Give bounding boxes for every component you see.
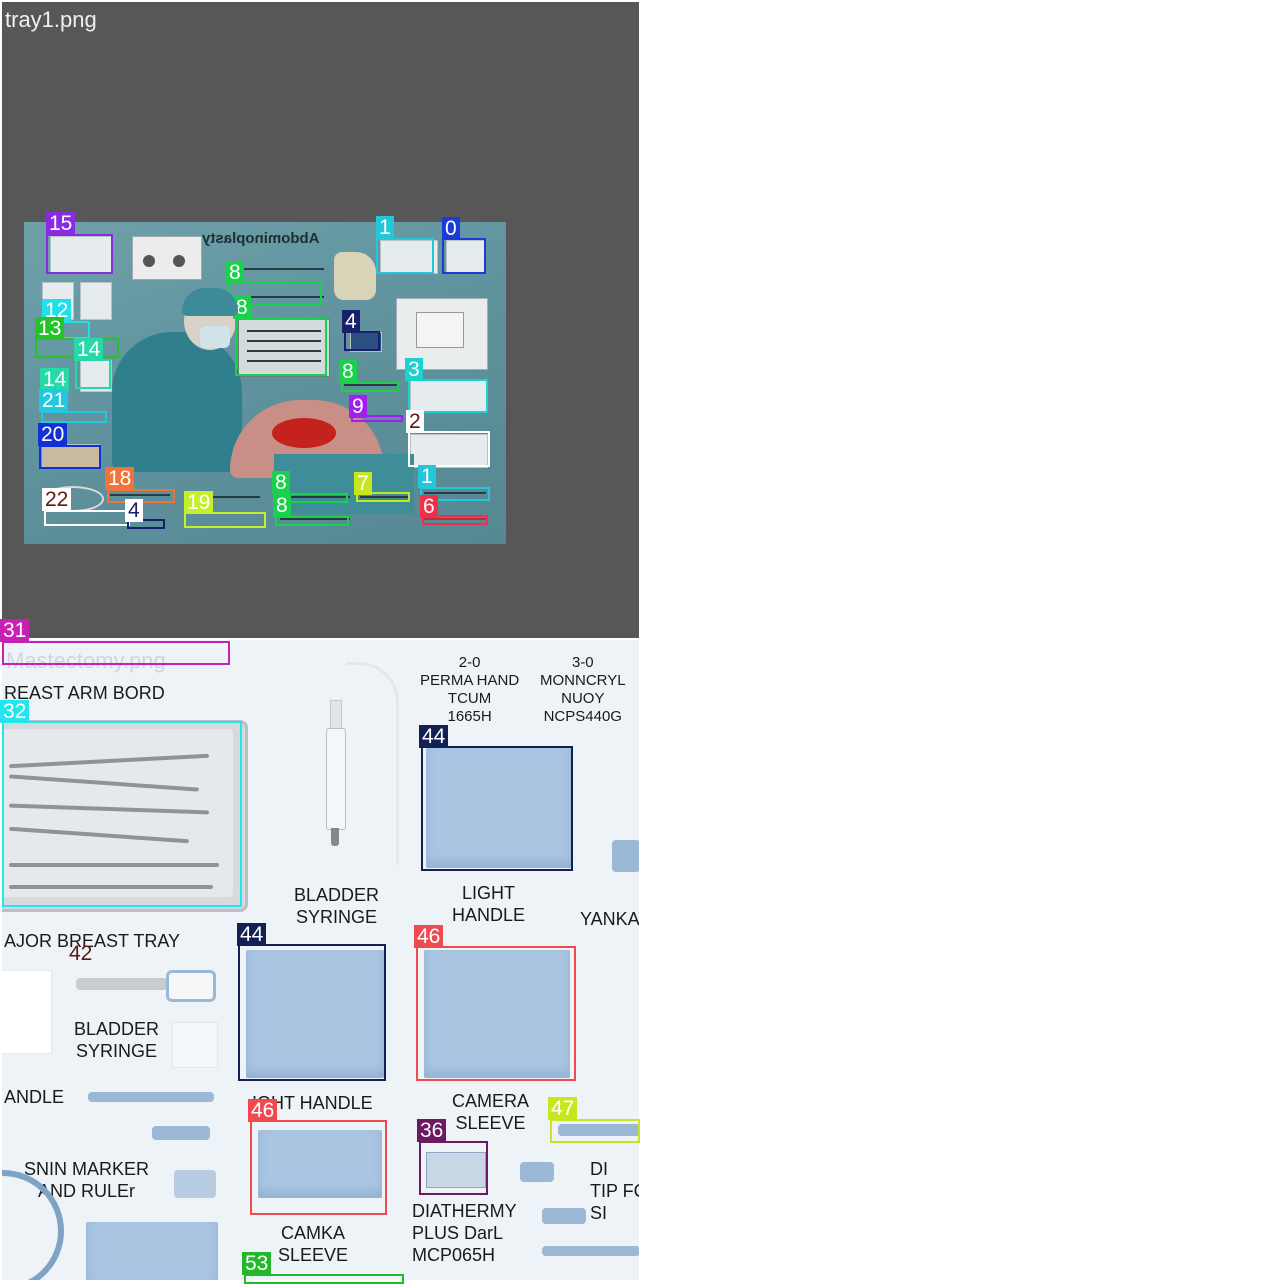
annotation-box bbox=[419, 1141, 488, 1195]
annotation-label: 14 bbox=[74, 338, 104, 361]
diathermy-clip bbox=[520, 1162, 554, 1182]
annotation-box bbox=[39, 445, 101, 469]
annotation-label: 21 bbox=[39, 389, 69, 412]
ruler-pack bbox=[174, 1170, 216, 1198]
annotation-label: 8 bbox=[273, 494, 291, 517]
annotation-box bbox=[421, 746, 573, 871]
bladder-syringe-label-2: BLADDER SYRINGE bbox=[74, 1019, 160, 1061]
annotation-label: 46 bbox=[248, 1099, 278, 1122]
annotation-label: 44 bbox=[419, 725, 449, 748]
annotation-label: 47 bbox=[548, 1097, 578, 1120]
sponge-pack bbox=[2, 970, 52, 1054]
image-panel-tray1: tray1.png Abdominoplasty 15 1 0 8 8 4 12… bbox=[2, 2, 639, 638]
annotation-label: 3 bbox=[405, 358, 423, 381]
annotation-label: 46 bbox=[414, 925, 444, 948]
instrument bbox=[234, 268, 324, 270]
annotation-box bbox=[75, 359, 111, 389]
marker-clip bbox=[152, 1126, 210, 1140]
annotation-box bbox=[235, 318, 327, 376]
annotation-box bbox=[550, 1119, 640, 1143]
annotation-label: 9 bbox=[349, 395, 367, 418]
diathermy-tip-label: DI TIP FC SI bbox=[590, 1159, 639, 1223]
annotation-box bbox=[41, 411, 107, 423]
annotation-label: 13 bbox=[35, 317, 65, 340]
blue-sheet bbox=[86, 1222, 218, 1280]
surgeon-illustration bbox=[112, 332, 242, 472]
annotation-label: 20 bbox=[38, 423, 68, 446]
bladder-syringe-label: BLADDER SYRINGE bbox=[294, 885, 380, 927]
annotation-box bbox=[376, 238, 434, 274]
bladder-syringe bbox=[320, 700, 350, 850]
annotation-box bbox=[184, 512, 266, 528]
poster-item-box bbox=[80, 282, 112, 320]
bladder-syringe-tool bbox=[76, 978, 170, 990]
annotation-label: 32 bbox=[0, 700, 30, 723]
annotation-label: 1 bbox=[418, 465, 436, 488]
annotation-label: 42 bbox=[69, 942, 93, 965]
annotation-box bbox=[275, 516, 349, 526]
light-handle-label: LIGHT HANDLE bbox=[452, 883, 526, 925]
diathermy-pen bbox=[542, 1246, 639, 1256]
annotation-box bbox=[46, 234, 113, 274]
annotation-label: 22 bbox=[42, 488, 72, 511]
camera-sleeve-label: CAMERA SLEEVE bbox=[452, 1091, 530, 1133]
annotation-label: 18 bbox=[105, 467, 135, 490]
annotation-box bbox=[250, 1120, 387, 1215]
annotation-label: 8 bbox=[339, 360, 357, 383]
gloves bbox=[334, 252, 376, 300]
annotation-label: 4 bbox=[342, 310, 360, 333]
small-pack bbox=[172, 1022, 218, 1068]
annotation-label: 36 bbox=[417, 1119, 447, 1142]
poster-title: Abdominoplasty bbox=[202, 230, 320, 247]
annotation-box bbox=[2, 641, 230, 665]
yankauer-tip bbox=[612, 840, 639, 872]
annotation-box bbox=[408, 379, 488, 413]
annotation-box bbox=[238, 944, 386, 1081]
annotation-box bbox=[341, 382, 399, 392]
patient-drape bbox=[274, 454, 414, 514]
annotation-label: 1 bbox=[376, 216, 394, 239]
diathermy-holder bbox=[542, 1208, 586, 1224]
incision bbox=[272, 418, 336, 448]
annotation-box bbox=[2, 721, 242, 907]
annotation-box bbox=[408, 431, 490, 467]
annotation-box bbox=[416, 946, 576, 1081]
annotation-label: 8 bbox=[272, 471, 290, 494]
annotation-label: 6 bbox=[420, 495, 438, 518]
annotation-label: 8 bbox=[226, 261, 244, 284]
bladder-syringe-bulb bbox=[166, 970, 216, 1002]
yankauer-label: YANKA bbox=[580, 909, 639, 929]
suture-3-0-label: 3-0 MONNCRYL NUOY NCPS440G bbox=[540, 654, 626, 725]
annotation-box bbox=[44, 510, 130, 526]
surgical-mask bbox=[200, 326, 230, 348]
suture-2-0-label: 2-0 PERMA HAND TCUM 1665H bbox=[420, 654, 520, 725]
camera-sleeve-label-2: CAMKA SLEEVE bbox=[278, 1223, 349, 1265]
diathermy-label: DIATHERMY PLUS DarL MCP065H bbox=[412, 1201, 517, 1265]
image-filename: tray1.png bbox=[5, 7, 97, 32]
annotation-label: 44 bbox=[237, 923, 267, 946]
annotation-label: 2 bbox=[406, 410, 424, 433]
handle-label: ANDLE bbox=[4, 1087, 65, 1107]
tubing bbox=[346, 662, 399, 865]
annotation-label: 7 bbox=[354, 472, 372, 495]
diathermy-machine bbox=[132, 236, 202, 280]
annotation-label: 0 bbox=[442, 217, 460, 240]
annotation-label: 31 bbox=[0, 619, 30, 642]
drape-window bbox=[416, 312, 464, 348]
annotation-label: 19 bbox=[184, 491, 214, 514]
annotation-label: 14 bbox=[40, 368, 70, 391]
annotation-box bbox=[442, 238, 486, 274]
marker-pen bbox=[88, 1092, 214, 1102]
annotation-label: 4 bbox=[125, 499, 143, 522]
annotation-box bbox=[344, 331, 380, 351]
annotation-label: 53 bbox=[242, 1252, 272, 1275]
annotation-label: 15 bbox=[46, 212, 76, 235]
annotation-box bbox=[244, 1274, 404, 1284]
